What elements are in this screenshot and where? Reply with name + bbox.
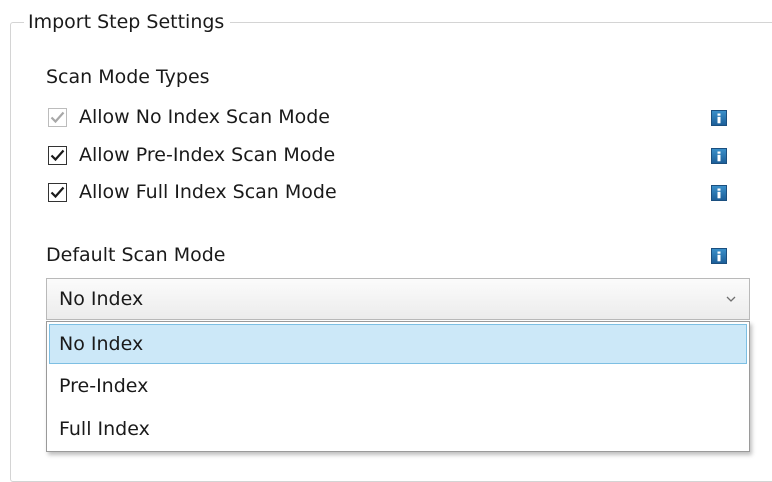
default-scan-mode-select[interactable]: No Index bbox=[46, 278, 750, 320]
allow-full-index-row: Allow Full Index Scan Mode bbox=[48, 179, 337, 205]
full-index-info-icon[interactable] bbox=[711, 185, 727, 201]
group-title: Import Step Settings bbox=[24, 8, 231, 36]
allow-full-index-checkbox[interactable] bbox=[48, 182, 67, 202]
chevron-down-icon[interactable] bbox=[713, 296, 749, 302]
allow-pre-index-checkbox[interactable] bbox=[48, 145, 67, 165]
allow-pre-index-label: Allow Pre-Index Scan Mode bbox=[79, 144, 336, 166]
default-scan-mode-dropdown-list: No Index Pre-Index Full Index bbox=[46, 321, 750, 452]
no-index-info-icon[interactable] bbox=[711, 110, 727, 126]
default-scan-mode-info-icon[interactable] bbox=[711, 248, 727, 264]
pre-index-info-icon[interactable] bbox=[711, 148, 727, 164]
default-scan-mode-value: No Index bbox=[59, 288, 144, 310]
allow-no-index-label: Allow No Index Scan Mode bbox=[79, 106, 330, 128]
allow-pre-index-row: Allow Pre-Index Scan Mode bbox=[48, 142, 335, 168]
checkmark-icon bbox=[50, 186, 65, 198]
checkmark-icon bbox=[50, 149, 65, 161]
dropdown-option-full-index[interactable]: Full Index bbox=[49, 409, 747, 449]
allow-no-index-row: Allow No Index Scan Mode bbox=[48, 104, 330, 130]
default-scan-mode-title: Default Scan Mode bbox=[46, 244, 226, 266]
dropdown-option-pre-index[interactable]: Pre-Index bbox=[49, 366, 747, 406]
checkmark-icon bbox=[50, 111, 65, 123]
allow-full-index-label: Allow Full Index Scan Mode bbox=[79, 181, 337, 203]
dropdown-option-no-index[interactable]: No Index bbox=[49, 324, 747, 364]
scan-mode-types-title: Scan Mode Types bbox=[46, 66, 210, 88]
allow-no-index-checkbox[interactable] bbox=[48, 107, 67, 127]
